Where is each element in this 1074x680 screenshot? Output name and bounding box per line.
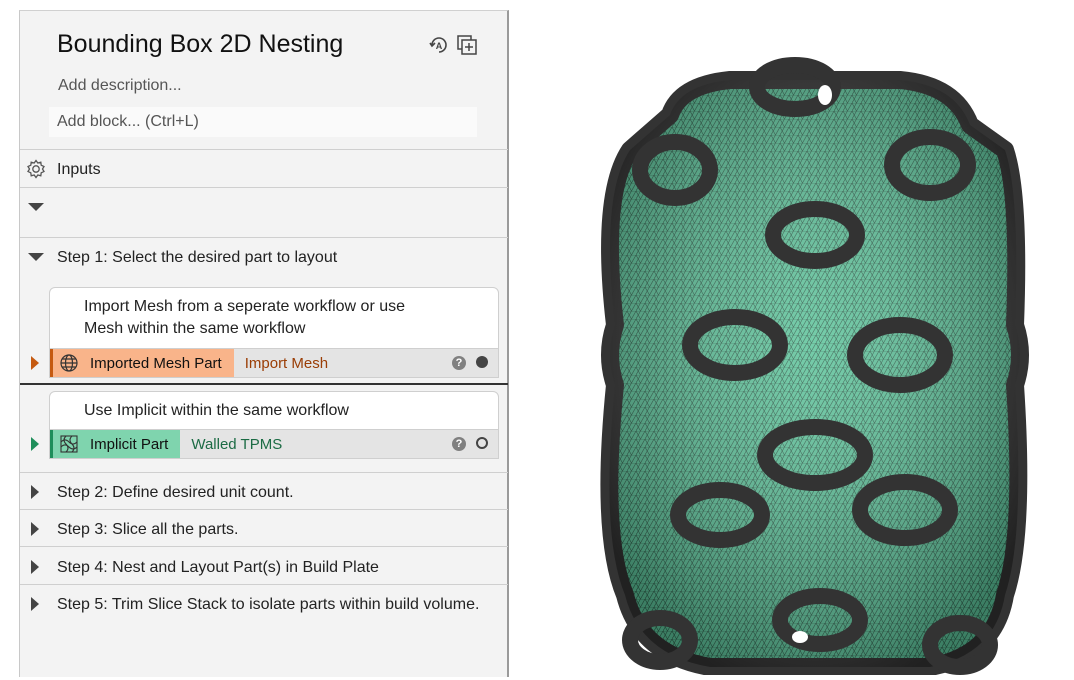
- inputs-label[interactable]: Inputs: [57, 161, 101, 179]
- divider: [20, 237, 508, 238]
- divider: [20, 546, 508, 547]
- description-input[interactable]: Add description...: [58, 77, 182, 95]
- implicit-lattice-icon: [59, 434, 79, 454]
- implicit-block[interactable]: Implicit Part Walled TPMS ?: [49, 429, 499, 459]
- insertion-line: [20, 383, 508, 385]
- implicit-tag[interactable]: Implicit Part: [50, 430, 181, 458]
- divider: [20, 584, 508, 585]
- step3-toggle[interactable]: [31, 522, 39, 536]
- mesh-body: [600, 71, 1029, 676]
- implicit-expand-toggle[interactable]: [31, 437, 39, 451]
- step5-toggle[interactable]: [31, 597, 39, 611]
- status-dot-hollow[interactable]: [476, 437, 488, 449]
- import-mesh-name: Import Mesh: [244, 354, 329, 372]
- card-text: Mesh within the same workflow: [84, 320, 306, 337]
- imported-mesh-expand-toggle[interactable]: [31, 356, 39, 370]
- status-dot-filled[interactable]: [476, 356, 488, 368]
- step5-label[interactable]: Step 5: Trim Slice Stack to isolate part…: [57, 596, 479, 614]
- divider: [20, 472, 508, 473]
- add-block-input[interactable]: Add block... (Ctrl+L): [49, 107, 477, 137]
- step1-toggle[interactable]: [28, 253, 44, 261]
- workflow-panel: Bounding Box 2D Nesting A Add descriptio…: [19, 10, 509, 677]
- tpms-mesh-render: [600, 57, 1029, 676]
- imported-mesh-tag[interactable]: Imported Mesh Part: [50, 349, 234, 377]
- card-text: Import Mesh from a seperate workflow or …: [84, 298, 406, 315]
- 3d-viewport[interactable]: [600, 55, 1030, 676]
- help-icon[interactable]: ?: [452, 356, 466, 370]
- duplicate-icon[interactable]: [456, 34, 478, 56]
- workflow-title[interactable]: Bounding Box 2D Nesting: [57, 30, 343, 59]
- walled-tpms-name: Walled TPMS: [191, 435, 283, 453]
- card-text: Use Implicit within the same workflow: [84, 402, 349, 419]
- step4-toggle[interactable]: [31, 560, 39, 574]
- globe-mesh-icon: [59, 353, 79, 373]
- auto-run-icon[interactable]: A: [428, 34, 450, 56]
- divider: [20, 187, 508, 188]
- help-icon[interactable]: ?: [452, 437, 466, 451]
- step4-label[interactable]: Step 4: Nest and Layout Part(s) in Build…: [57, 559, 379, 577]
- imported-mesh-block[interactable]: Imported Mesh Part Import Mesh ?: [49, 348, 499, 378]
- imported-mesh-tag-label: Imported Mesh Part: [90, 354, 222, 372]
- divider: [20, 509, 508, 510]
- implicit-tag-label: Implicit Part: [90, 435, 169, 453]
- step3-label[interactable]: Step 3: Slice all the parts.: [57, 521, 238, 539]
- step1-label[interactable]: Step 1: Select the desired part to layou…: [57, 249, 337, 267]
- divider: [20, 149, 508, 150]
- step2-label[interactable]: Step 2: Define desired unit count.: [57, 484, 294, 502]
- gear-icon: [26, 159, 46, 179]
- step2-toggle[interactable]: [31, 485, 39, 499]
- svg-text:A: A: [436, 41, 443, 51]
- imported-mesh-card: Import Mesh from a seperate workflow or …: [49, 287, 499, 357]
- collapse-inputs-toggle[interactable]: [28, 203, 44, 211]
